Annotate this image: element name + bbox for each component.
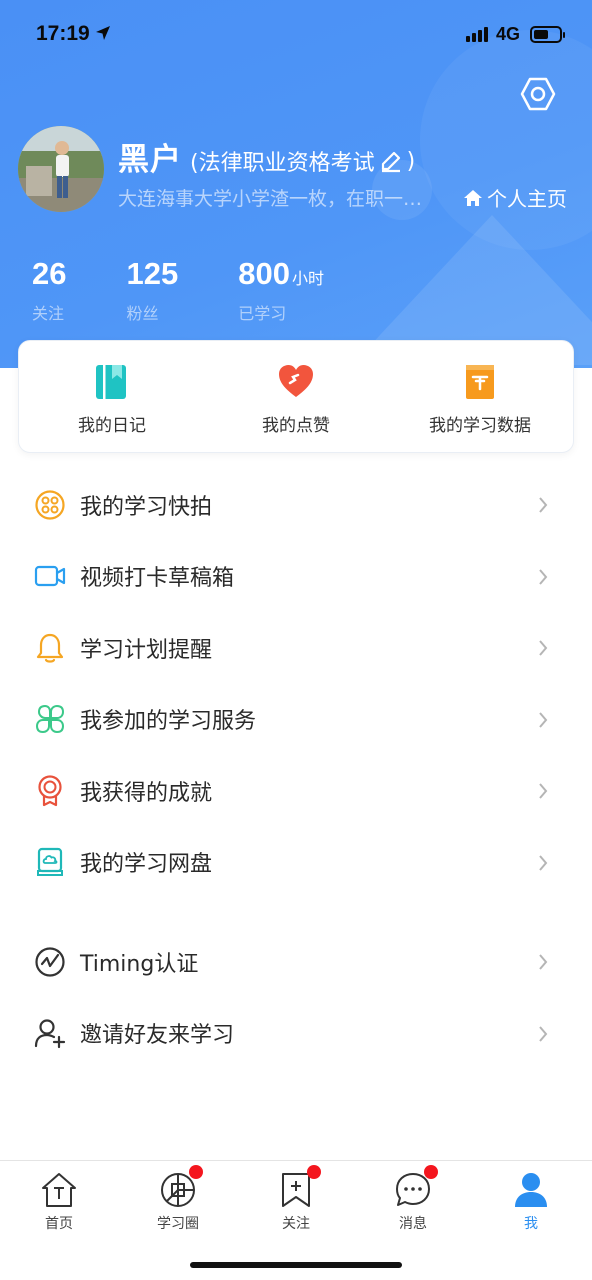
- settings-hexagon-icon[interactable]: [520, 76, 556, 112]
- quick-action-diary-label: 我的日记: [78, 416, 146, 436]
- tab-follow[interactable]: 关注: [256, 1165, 336, 1233]
- profile-stats: 26 关注 125 粉丝 800 小时 已学习: [32, 256, 384, 324]
- menu-item-video-drafts-label: 视频打卡草稿箱: [80, 566, 235, 592]
- home-small-icon: [464, 189, 482, 206]
- menu-item-timing-certification-label: Timing认证: [80, 951, 199, 977]
- tab-follow-label: 关注: [282, 1216, 310, 1232]
- clover-icon: [35, 705, 65, 734]
- stat-followers-label: 粉丝: [126, 304, 159, 323]
- menu-item-invite-friends-label: 邀请好友来学习: [80, 1023, 235, 1049]
- exam-target-close: ): [406, 148, 416, 174]
- exam-target-label: (法律职业资格考试: [190, 151, 375, 176]
- menu-item-cloud-disk-label: 我的学习网盘: [80, 852, 213, 878]
- menu-item-study-snapshots-label: 我的学习快拍: [80, 494, 213, 520]
- chevron-right-icon: [539, 640, 548, 656]
- stat-study-hours-label: 已学习: [238, 304, 287, 323]
- user-bio: 大连海事大学小学渣一枚，在职一…: [118, 188, 423, 210]
- battery-icon: [530, 26, 565, 43]
- stat-followers[interactable]: 125 粉丝: [126, 256, 178, 324]
- video-camera-icon: [34, 566, 66, 587]
- chevron-right-icon: [539, 497, 548, 513]
- menu-item-study-snapshots[interactable]: 我的学习快拍: [0, 469, 592, 541]
- status-bar: 17:19 4G: [0, 0, 592, 70]
- menu-item-achievements-label: 我获得的成就: [80, 780, 213, 806]
- home-indicator[interactable]: [190, 1262, 402, 1268]
- chevron-right-icon: [539, 711, 548, 728]
- me-icon: [515, 1173, 547, 1207]
- stat-following-value: 26: [32, 256, 67, 291]
- homepage-link[interactable]: 个人主页: [463, 183, 567, 212]
- chevron-right-icon: [539, 568, 548, 585]
- follow-badge: [307, 1165, 321, 1179]
- data-folder-icon: [466, 365, 494, 399]
- home-icon: [42, 1173, 76, 1207]
- tab-me[interactable]: 我: [491, 1171, 571, 1233]
- quick-action-diary[interactable]: 我的日记: [37, 341, 187, 452]
- user-name: 黑户: [118, 142, 182, 178]
- bell-icon: [36, 633, 64, 663]
- tab-study-circle-label: 学习圈: [157, 1216, 199, 1232]
- quick-actions-card: 我的日记 我的点赞 我的学习数据: [18, 340, 574, 453]
- chevron-right-icon: [539, 854, 548, 871]
- menu-item-video-drafts[interactable]: 视频打卡草稿箱: [0, 541, 592, 613]
- menu-item-study-services-label: 我参加的学习服务: [80, 709, 257, 735]
- tab-me-label: 我: [524, 1216, 538, 1232]
- menu-list: 我的学习快拍 视频打卡草稿箱 学习计划提醒 我参加的学习服务 我获得的成就 我的…: [0, 469, 592, 1069]
- quick-action-study-data-label: 我的学习数据: [429, 416, 531, 436]
- add-friend-icon: [34, 1019, 66, 1049]
- chevron-right-icon: [539, 783, 548, 799]
- quick-action-study-data[interactable]: 我的学习数据: [405, 341, 555, 452]
- timing-check-icon: [35, 947, 65, 977]
- quick-action-likes-label: 我的点赞: [262, 416, 330, 436]
- menu-item-study-reminder-label: 学习计划提醒: [80, 637, 213, 663]
- quick-action-likes[interactable]: 我的点赞: [221, 341, 371, 452]
- film-reel-icon: [35, 490, 65, 520]
- menu-item-cloud-disk[interactable]: 我的学习网盘: [0, 827, 592, 899]
- stat-followers-value: 125: [126, 256, 179, 291]
- chevron-right-icon: [539, 954, 548, 970]
- edit-pencil-icon[interactable]: [379, 149, 403, 173]
- stat-following-label: 关注: [32, 304, 65, 323]
- study-circle-badge: [189, 1165, 203, 1179]
- tab-home[interactable]: 首页: [19, 1171, 99, 1233]
- menu-item-invite-friends[interactable]: 邀请好友来学习: [0, 998, 592, 1070]
- homepage-label: 个人主页: [487, 187, 567, 211]
- cloud-disk-icon: [37, 848, 63, 877]
- tab-messages-label: 消息: [399, 1216, 427, 1232]
- stat-study-hours-value: 800: [238, 256, 290, 291]
- exam-target[interactable]: (法律职业资格考试 ): [190, 145, 415, 177]
- stat-study-hours-unit: 小时: [291, 271, 324, 288]
- avatar-photo: [18, 126, 104, 212]
- menu-item-achievements[interactable]: 我获得的成就: [0, 755, 592, 827]
- stat-study-hours[interactable]: 800 小时 已学习: [238, 256, 324, 324]
- status-time: 17:19: [36, 22, 90, 45]
- menu-section-gap: [0, 898, 592, 926]
- network-type: 4G: [496, 24, 521, 44]
- chevron-right-icon: [539, 1025, 548, 1042]
- diary-book-icon: [96, 365, 126, 399]
- messages-badge: [424, 1165, 438, 1179]
- menu-item-study-reminder[interactable]: 学习计划提醒: [0, 612, 592, 684]
- menu-item-timing-certification[interactable]: Timing认证: [0, 926, 592, 998]
- stat-following[interactable]: 26 关注: [32, 256, 66, 324]
- cellular-signal-icon: [466, 27, 488, 42]
- tab-study-circle[interactable]: 学习圈: [138, 1165, 218, 1233]
- location-arrow-icon: [96, 26, 110, 40]
- heart-icon: [279, 365, 313, 397]
- medal-icon: [38, 775, 62, 806]
- avatar[interactable]: [18, 126, 104, 212]
- menu-item-study-services[interactable]: 我参加的学习服务: [0, 684, 592, 756]
- tab-messages[interactable]: 消息: [373, 1165, 453, 1233]
- tab-home-label: 首页: [45, 1216, 73, 1232]
- profile-name-row: 黑户 (法律职业资格考试 ): [118, 134, 415, 179]
